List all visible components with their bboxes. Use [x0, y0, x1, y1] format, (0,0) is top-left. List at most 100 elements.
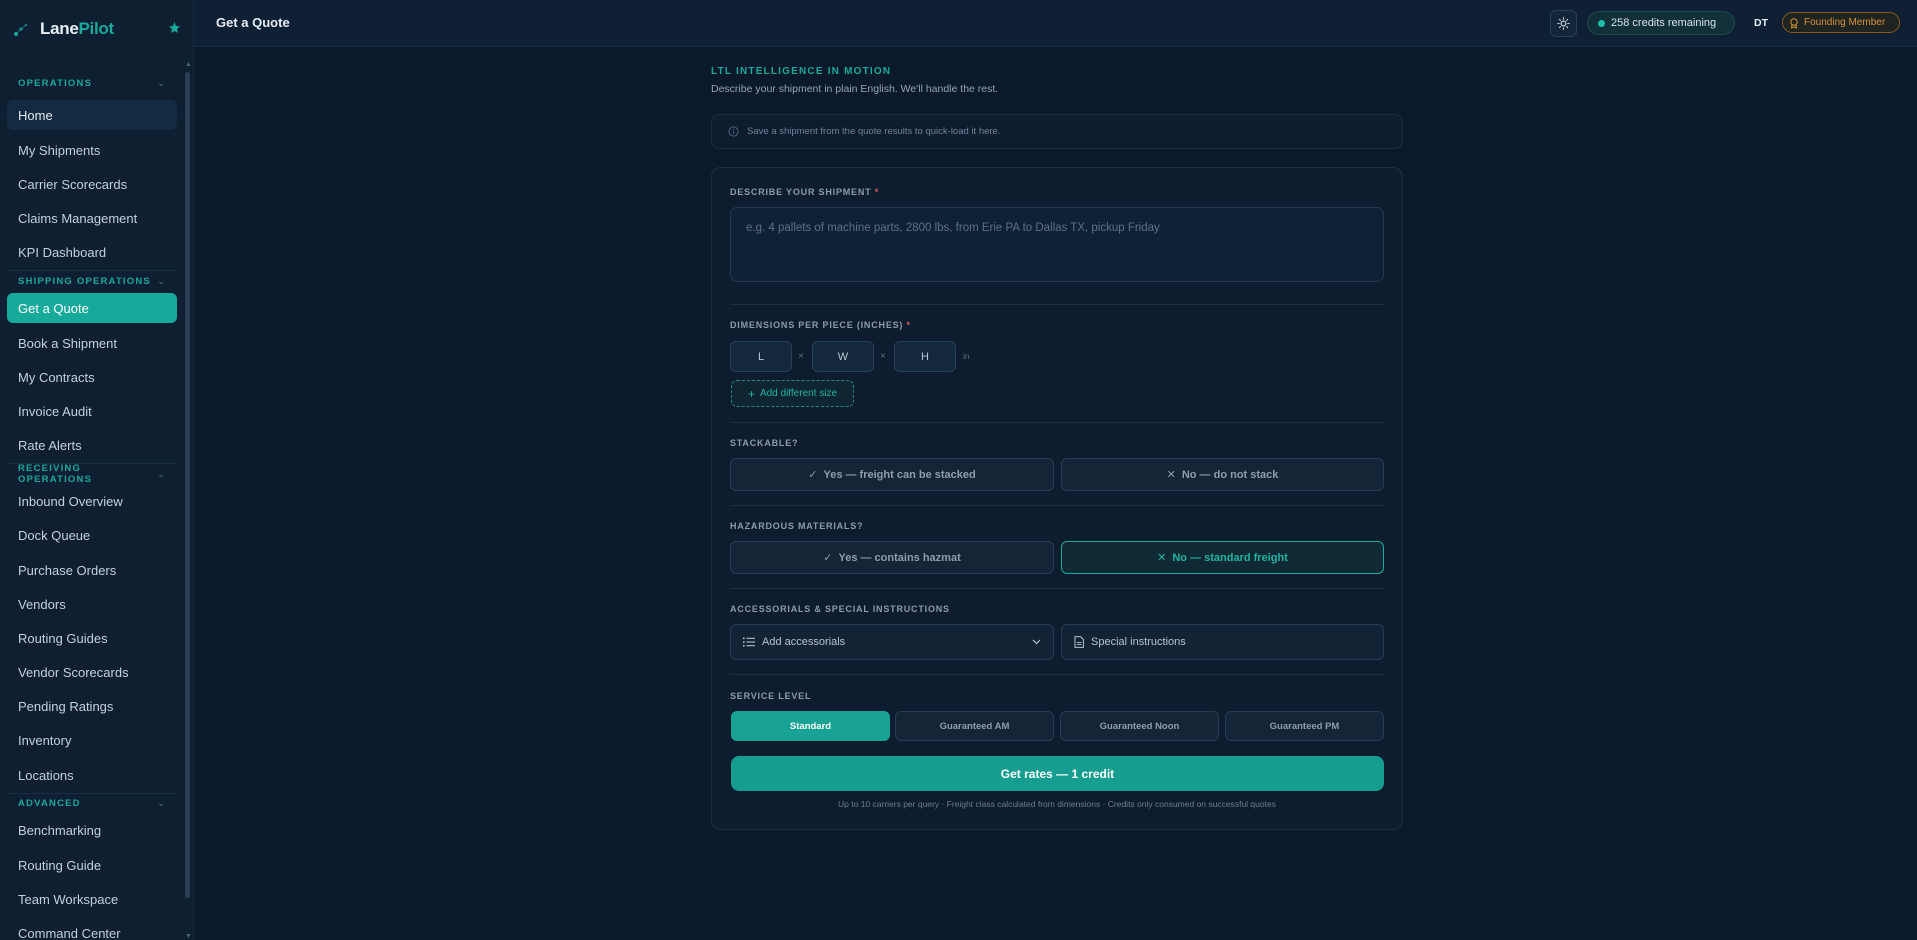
brand-name: LanePilot	[40, 19, 114, 38]
section-receiving-operations[interactable]: RECEIVING OPERATIONS ⌄	[18, 463, 166, 485]
document-icon	[1074, 636, 1084, 648]
hazmat-label: HAZARDOUS MATERIALS?	[730, 521, 864, 531]
width-input[interactable]: W	[812, 341, 874, 372]
founding-member-badge: Founding Member	[1782, 12, 1900, 33]
sidebar-item-team-workspace[interactable]: Team Workspace	[7, 884, 177, 914]
chevron-down-icon: ⌄	[157, 77, 166, 88]
list-icon	[743, 637, 755, 647]
pin-sidebar-icon[interactable]	[168, 21, 181, 34]
close-icon: ✕	[1166, 469, 1176, 481]
height-input[interactable]: H	[894, 341, 956, 372]
section-operations[interactable]: OPERATIONS ⌄	[18, 76, 166, 90]
required-mark: *	[874, 187, 880, 197]
special-instructions-button[interactable]: Special instructions	[1061, 624, 1384, 660]
hazmat-yes-button[interactable]: ✓ Yes — contains hazmat	[730, 541, 1054, 574]
sidebar-item-my-contracts[interactable]: My Contracts	[7, 362, 177, 392]
sidebar-item-command-center[interactable]: Command Center	[7, 918, 177, 940]
sidebar-item-purchase-orders[interactable]: Purchase Orders	[7, 555, 177, 585]
chevron-down-icon: ⌄	[157, 468, 166, 479]
theme-toggle-button[interactable]	[1550, 10, 1577, 37]
divider	[7, 793, 177, 794]
sidebar-item-my-shipments[interactable]: My Shipments	[7, 135, 177, 165]
hazmat-no-button[interactable]: ✕ No — standard freight	[1061, 541, 1384, 574]
scroll-down-arrow-icon[interactable]: ▼	[185, 933, 192, 940]
saved-hint-text: Save a shipment from the quote results t…	[747, 126, 1001, 137]
accessorials-select[interactable]: Add accessorials	[730, 624, 1054, 660]
sidebar-item-inbound-overview[interactable]: Inbound Overview	[7, 486, 177, 516]
stack-no-label: No — do not stack	[1181, 468, 1279, 481]
chevron-down-icon: ⌄	[157, 275, 166, 286]
sidebar: LanePilot OPERATIONS ⌄ Home My Shipments…	[0, 0, 194, 940]
sidebar-item-routing-guide[interactable]: Routing Guide	[7, 850, 177, 880]
section-label: ADVANCED	[18, 797, 81, 809]
service-standard-button[interactable]: Standard	[731, 711, 890, 741]
stackable-no-button[interactable]: ✕ No — do not stack	[1061, 458, 1384, 491]
section-shipping-operations[interactable]: SHIPPING OPERATIONS ⌄	[18, 274, 166, 288]
divider	[7, 270, 177, 271]
sidebar-item-routing-guides[interactable]: Routing Guides	[7, 623, 177, 653]
user-avatar[interactable]: DT	[1749, 11, 1773, 35]
page-title: Get a Quote	[216, 15, 290, 30]
info-icon	[728, 126, 739, 137]
scroll-up-arrow-icon[interactable]: ▲	[185, 61, 192, 68]
add-different-size-button[interactable]: + Add different size	[731, 380, 854, 407]
service-guaranteed-noon-button[interactable]: Guaranteed Noon	[1060, 711, 1219, 741]
times-separator: ×	[798, 351, 804, 362]
member-badge-text: Founding Member	[1804, 17, 1886, 28]
divider	[730, 588, 1384, 589]
sidebar-item-dock-queue[interactable]: Dock Queue	[7, 520, 177, 550]
divider	[730, 304, 1384, 305]
credits-text: 258 credits remaining	[1611, 17, 1717, 29]
sidebar-item-inventory[interactable]: Inventory	[7, 725, 177, 755]
top-bar: Get a Quote 258 credits remaining DT Fou…	[194, 0, 1917, 47]
saved-shipments-hint: Save a shipment from the quote results t…	[711, 114, 1403, 149]
service-guaranteed-pm-button[interactable]: Guaranteed PM	[1225, 711, 1384, 741]
sidebar-item-benchmarking[interactable]: Benchmarking	[7, 815, 177, 845]
length-input[interactable]: L	[730, 341, 792, 372]
chevron-down-icon	[1032, 639, 1041, 645]
sidebar-item-rate-alerts[interactable]: Rate Alerts	[7, 430, 177, 460]
sidebar-item-vendors[interactable]: Vendors	[7, 589, 177, 619]
check-icon: ✓	[823, 552, 833, 564]
brand-logo[interactable]: LanePilot	[12, 16, 114, 42]
quote-footnote: Up to 10 carriers per query · Freight cl…	[838, 799, 1276, 809]
sidebar-item-vendor-scorecards[interactable]: Vendor Scorecards	[7, 657, 177, 687]
times-separator: ×	[880, 351, 886, 362]
describe-shipment-label: DESCRIBE YOUR SHIPMENT *	[730, 187, 880, 197]
sidebar-item-book-a-shipment[interactable]: Book a Shipment	[7, 328, 177, 358]
sidebar-item-invoice-audit[interactable]: Invoice Audit	[7, 396, 177, 426]
accessorials-select-label: Add accessorials	[762, 636, 846, 648]
stackable-yes-button[interactable]: ✓ Yes — freight can be stacked	[730, 458, 1054, 491]
shipment-description-input[interactable]: e.g. 4 pallets of machine parts, 2800 lb…	[730, 207, 1384, 282]
stackable-label: STACKABLE?	[730, 438, 799, 448]
sidebar-item-home[interactable]: Home	[7, 100, 177, 130]
sun-icon	[1557, 17, 1570, 30]
lane-pilot-logo-icon	[14, 23, 28, 36]
sidebar-item-carrier-scorecards[interactable]: Carrier Scorecards	[7, 169, 177, 199]
sidebar-item-kpi-dashboard[interactable]: KPI Dashboard	[7, 237, 177, 267]
sidebar-item-pending-ratings[interactable]: Pending Ratings	[7, 691, 177, 721]
service-guaranteed-am-button[interactable]: Guaranteed AM	[895, 711, 1054, 741]
divider	[730, 674, 1384, 675]
credits-badge[interactable]: 258 credits remaining	[1587, 11, 1735, 35]
accessorials-label: ACCESSORIALS & SPECIAL INSTRUCTIONS	[730, 604, 950, 614]
divider	[730, 505, 1384, 506]
special-instructions-label: Special instructions	[1091, 636, 1186, 648]
unit-label: in	[963, 351, 970, 361]
section-advanced[interactable]: ADVANCED ⌄	[18, 796, 166, 810]
section-label: RECEIVING OPERATIONS	[18, 463, 93, 485]
stack-yes-label: Yes — freight can be stacked	[823, 468, 976, 481]
sidebar-scrollbar[interactable]	[185, 72, 190, 898]
hero-kicker: LTL INTELLIGENCE IN MOTION	[711, 66, 892, 77]
sidebar-item-locations[interactable]: Locations	[7, 760, 177, 790]
chevron-down-icon: ⌄	[157, 797, 166, 808]
plus-icon: +	[747, 386, 755, 401]
close-icon: ✕	[1157, 552, 1167, 564]
sidebar-item-get-a-quote[interactable]: Get a Quote	[7, 293, 177, 323]
add-size-label: Add different size	[759, 388, 838, 399]
sidebar-item-claims-management[interactable]: Claims Management	[7, 203, 177, 233]
badge-icon	[1790, 17, 1798, 29]
dimensions-label: DIMENSIONS PER PIECE (INCHES) *	[730, 320, 911, 330]
get-rates-button[interactable]: Get rates — 1 credit	[731, 756, 1384, 791]
divider	[730, 422, 1384, 423]
